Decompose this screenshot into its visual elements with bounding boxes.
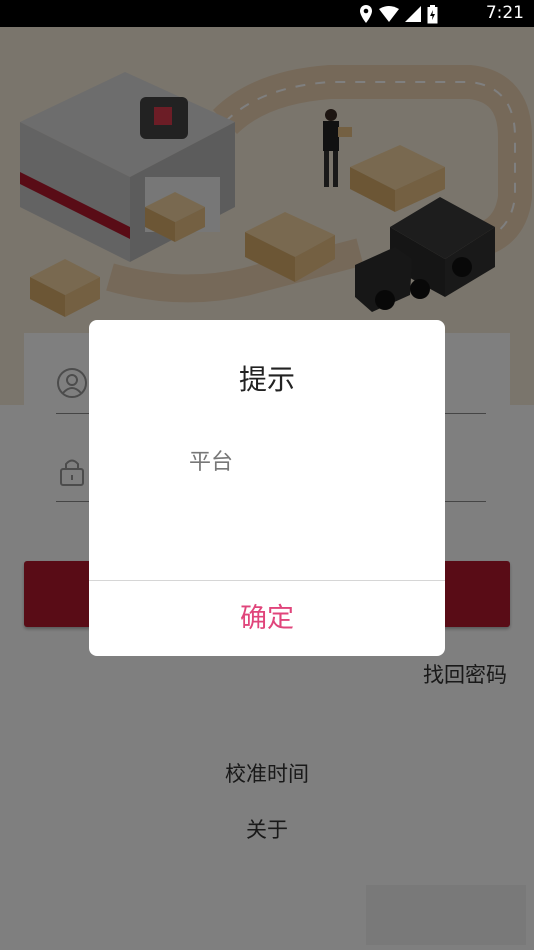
confirm-button[interactable]: 确定 — [89, 581, 445, 656]
signal-icon — [405, 6, 421, 22]
dialog-title: 提示 — [238, 363, 295, 396]
battery-icon — [427, 4, 438, 23]
dialog-message: 平台 — [189, 450, 234, 475]
wifi-icon — [379, 6, 399, 22]
status-bar: 7:21 — [0, 0, 534, 27]
location-icon — [360, 5, 372, 23]
status-time: 7:21 — [485, 3, 524, 23]
status-icons — [359, 4, 438, 24]
alert-dialog: 提示 平台 确定 — [89, 320, 445, 656]
